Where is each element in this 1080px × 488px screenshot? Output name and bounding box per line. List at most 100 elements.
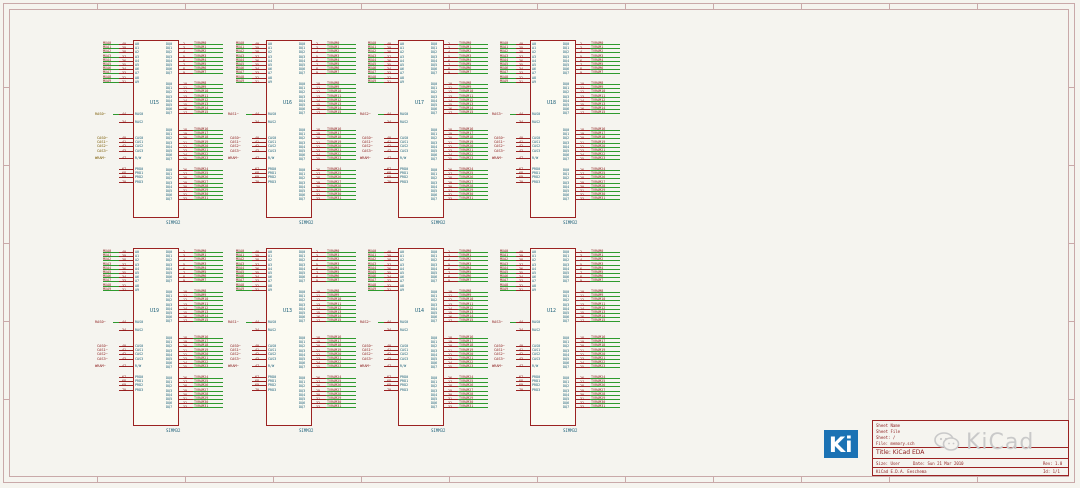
net-label: MXA9: [103, 286, 112, 291]
net-label: TVRAM23: [194, 156, 209, 161]
pin-line: [576, 264, 590, 266]
pin-name: RAS2: [135, 328, 144, 332]
net-label: TVRAM23: [194, 364, 209, 369]
pin-number: 31: [519, 79, 524, 84]
global-label: WRAM~: [95, 156, 106, 160]
global-label: WRAM~: [228, 364, 239, 368]
wire: [246, 114, 252, 115]
border-tick: [713, 477, 714, 483]
net-label: TVRAM31: [327, 196, 342, 201]
pin-name: PRD3: [135, 387, 144, 392]
pin-name: A9: [268, 79, 273, 84]
pin-name: CAS3: [532, 356, 541, 361]
net-label: TVRAM23: [327, 156, 342, 161]
border-tick: [185, 477, 186, 483]
pin-line: [179, 60, 193, 62]
pin-name: R/W: [532, 364, 539, 368]
net-label: MXA9: [236, 78, 245, 83]
pin-number: 47: [255, 364, 260, 368]
net-label: TVRAM31: [591, 196, 606, 201]
pin-number: 31: [387, 287, 392, 292]
kicad-watermark-text: KiCad: [966, 429, 1035, 455]
pin-number: 9: [448, 279, 451, 284]
pin-number: 43: [122, 356, 127, 361]
pin-line: [179, 256, 193, 258]
pin-name: CAS3: [400, 356, 409, 361]
pin-name: RAS2: [268, 328, 277, 332]
pin-number: 47: [122, 364, 127, 368]
tb-title: Title: KiCad EDA: [876, 449, 925, 456]
net-label: TVRAM15: [194, 110, 209, 115]
border-tick: [977, 477, 978, 483]
pin-line: [576, 60, 590, 62]
pin-line: [576, 56, 590, 58]
pin-number: 70: [122, 179, 127, 184]
border-tick: [1069, 87, 1075, 88]
pin-line: [444, 48, 458, 50]
pin-name: A9: [400, 287, 405, 292]
net-label: TVRAM31: [194, 404, 209, 409]
global-label: CAS3~: [362, 148, 373, 153]
pin-line: [444, 60, 458, 62]
pin-line: [444, 268, 458, 270]
tb-file: File: memory.sch: [876, 441, 915, 446]
pin-line: [179, 48, 193, 50]
pin-number: 9: [316, 279, 319, 284]
pin-number: 17: [316, 319, 321, 324]
pin-line: [444, 252, 458, 253]
global-label: RAS2~: [360, 320, 371, 324]
net-label: MXA9: [103, 78, 112, 83]
pin-line: [179, 277, 193, 279]
tb-tool: KiCad E.D.A. Eeschema: [876, 469, 927, 474]
chip-reference: U19: [150, 308, 160, 314]
border-tick: [3, 321, 9, 322]
pin-line: [312, 281, 326, 283]
chip-reference: U18: [547, 100, 557, 106]
chip-value: SIMM32: [431, 220, 446, 225]
pin-line: [312, 44, 326, 45]
pin-name: CAS3: [135, 356, 144, 361]
pin-number: 25: [316, 365, 321, 370]
pin-name: A9: [400, 79, 405, 84]
net-label: TVRAM31: [459, 196, 474, 201]
pin-number: 33: [580, 197, 585, 202]
pin-number: 34: [519, 120, 524, 124]
pin-name: DQ7: [431, 279, 438, 284]
pin-number: 34: [255, 328, 260, 332]
pin-name: CAS3: [532, 148, 541, 153]
pin-line: [312, 73, 326, 75]
pin-line: [179, 44, 193, 45]
tb-size: Size: User: [876, 461, 901, 466]
schematic-sheet[interactable]: U15 SIMM32 40 A0 MXA0 39 A1 MXA1 38 A2 MXA2 37 A3 MXA…: [0, 0, 1080, 488]
pin-line: [179, 273, 193, 274]
pin-number: 31: [387, 79, 392, 84]
net-label: TVRAM15: [327, 318, 342, 323]
wire: [510, 114, 516, 115]
pin-number: 43: [519, 148, 524, 153]
border-tick: [1069, 399, 1075, 400]
wire: [378, 114, 384, 115]
pin-line: [312, 260, 326, 262]
pin-number: 70: [255, 179, 260, 184]
pin-number: 33: [316, 405, 321, 410]
net-label: TVRAM7: [327, 70, 340, 75]
pin-number: 31: [122, 287, 127, 292]
pin-name: R/W: [135, 156, 142, 160]
pin-line: [576, 260, 590, 262]
border-tick: [361, 3, 362, 9]
tb-date: Date: Sun 21 Mar 2010: [913, 461, 964, 466]
pin-line: [312, 277, 326, 279]
pin-line: [179, 65, 193, 66]
global-label: RAS2~: [360, 112, 371, 116]
pin-name: DQ7: [299, 111, 306, 116]
pin-number: 70: [387, 179, 392, 184]
pin-number: 44: [122, 112, 127, 116]
pin-name: DQ7: [299, 319, 306, 324]
pin-line: [576, 44, 590, 45]
pin-line: [312, 268, 326, 270]
global-label: WRAM~: [95, 364, 106, 368]
net-label: TVRAM7: [459, 278, 472, 283]
tb-id: Id: 1/1: [1043, 469, 1060, 474]
tb-divider-3: [873, 467, 1068, 468]
border-tick: [889, 477, 890, 483]
